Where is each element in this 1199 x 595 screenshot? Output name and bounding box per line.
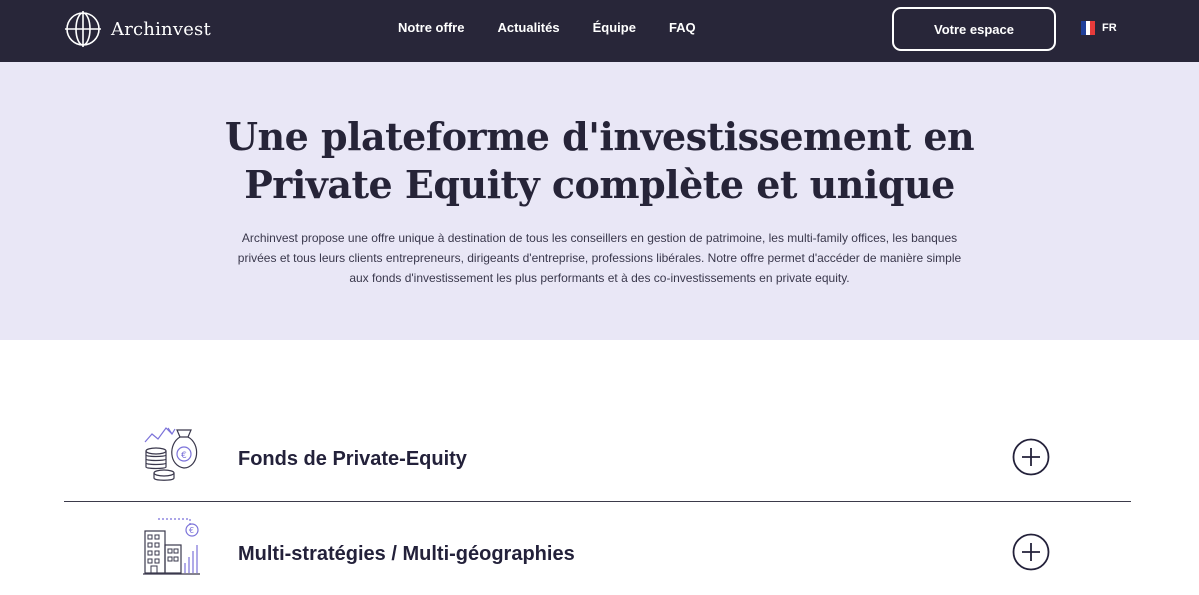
nav-link-faq[interactable]: FAQ <box>669 20 696 35</box>
language-code: FR <box>1102 22 1117 34</box>
votre-espace-button[interactable]: Votre espace <box>892 7 1056 51</box>
plus-circle-icon[interactable] <box>1012 438 1050 476</box>
offer-label: Multi-stratégies / Multi-géographies <box>238 543 575 565</box>
offer-label: Fonds de Private-Equity <box>238 448 467 470</box>
hero-title-line-2: Private Equity complète et unique <box>244 162 955 207</box>
plus-circle-icon[interactable] <box>1012 533 1050 571</box>
buildings-chart-icon: € <box>143 518 200 575</box>
nav-link-actualites[interactable]: Actualités <box>497 20 559 35</box>
language-selector[interactable]: FR <box>1081 21 1117 35</box>
offer-accordion-fonds-private-equity[interactable]: € Fonds de Private-Equity <box>64 422 1131 492</box>
svg-text:€: € <box>181 451 187 461</box>
hero-description-line-1: Archinvest propose une offre unique à de… <box>241 231 958 245</box>
svg-text:€: € <box>189 526 194 535</box>
hero-section: Une plateforme d'investissement en Priva… <box>0 62 1199 340</box>
hero-description: Archinvest propose une offre unique à de… <box>190 228 1009 288</box>
nav-link-offre[interactable]: Notre offre <box>398 20 464 35</box>
globe-icon <box>65 11 101 47</box>
top-navigation-bar: Archinvest Notre offre Actualités Équipe… <box>0 0 1199 62</box>
brand-logo[interactable]: Archinvest <box>64 9 211 49</box>
hero-title: Une plateforme d'investissement en Priva… <box>0 113 1199 209</box>
accordion-divider <box>64 501 1131 502</box>
nav-link-equipe[interactable]: Équipe <box>593 20 636 35</box>
offer-accordion-multi-strategies[interactable]: € Multi-stratégies / Multi-géographies <box>64 517 1131 587</box>
brand-name: Archinvest <box>111 18 211 40</box>
hero-title-line-1: Une plateforme d'investissement en <box>224 114 975 159</box>
hero-description-line-3: aux fonds d'investissement les plus perf… <box>349 271 850 285</box>
coins-money-bag-icon: € <box>144 427 198 481</box>
main-navigation: Notre offre Actualités Équipe FAQ <box>398 20 696 35</box>
hero-description-line-2: privées et tous leurs clients entreprene… <box>237 251 962 265</box>
french-flag-icon <box>1081 21 1096 35</box>
